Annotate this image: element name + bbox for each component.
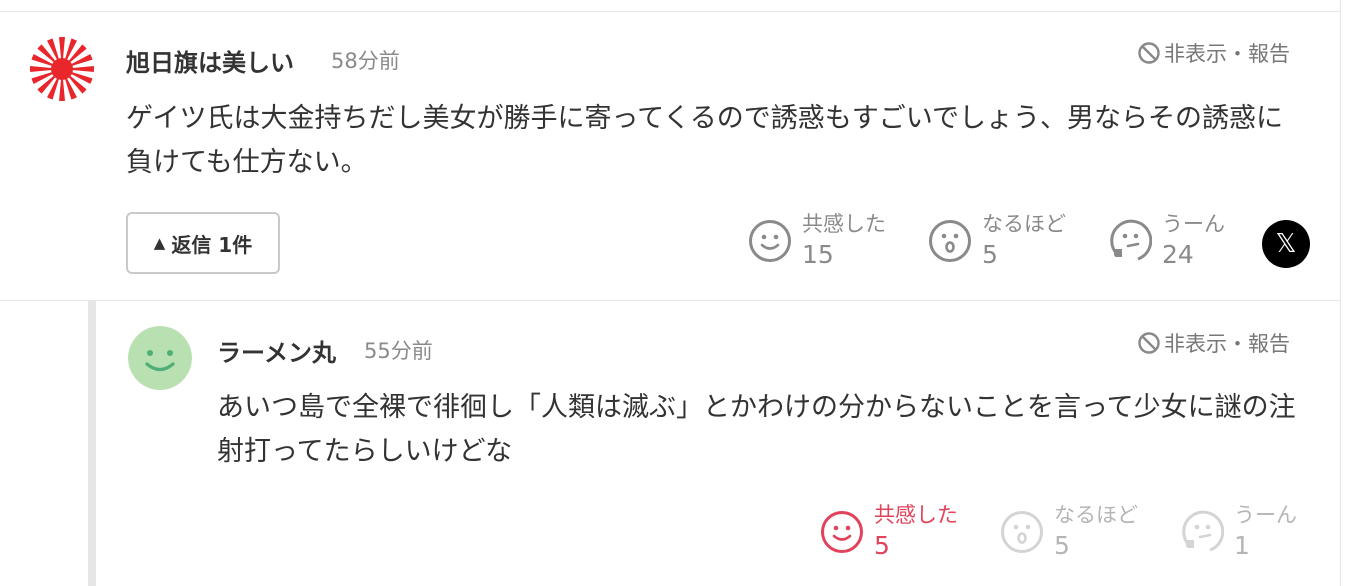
reaction-insight-button[interactable]: なるほど 5 (928, 210, 1066, 272)
reaction-label: なるほど (1054, 503, 1138, 527)
avatar (30, 37, 94, 101)
reaction-count: 5 (1054, 531, 1070, 560)
hide-report-label: 非表示・報告 (1164, 332, 1290, 356)
reaction-empathy-button[interactable]: 共感した 5 (820, 501, 958, 563)
reaction-count: 5 (874, 531, 890, 560)
thinking-icon (1110, 219, 1152, 261)
comment-divider (0, 300, 1340, 301)
reaction-count: 1 (1234, 531, 1250, 560)
username[interactable]: ラーメン丸 (217, 333, 336, 368)
reply-button-label: 返信 1件 (171, 232, 253, 257)
top-divider (0, 11, 1340, 12)
comment-body: ゲイツ氏は大金持ちだし美女が勝手に寄ってくるので誘惑もすごいでしょう、男ならその… (126, 103, 1283, 178)
reply-toggle-button[interactable]: ▲ 返信 1件 (126, 212, 280, 274)
username[interactable]: 旭日旗は美しい (126, 43, 294, 78)
hide-report-label: 非表示・報告 (1164, 42, 1290, 66)
timestamp: 58分前 (331, 49, 400, 73)
reaction-label: うーん (1234, 503, 1297, 527)
surprised-icon (1001, 511, 1043, 553)
reaction-label: 共感した (802, 212, 886, 236)
hide-report-link[interactable]: 非表示・報告 (1137, 38, 1290, 68)
comment-body: あいつ島で全裸で徘徊し「人類は滅ぶ」とかわけの分からないことを言って少女に謎の注… (217, 392, 1296, 467)
reaction-empathy-button[interactable]: 共感した 15 (748, 210, 886, 272)
reaction-count: 15 (802, 240, 834, 269)
reaction-insight-button[interactable]: なるほど 5 (1000, 501, 1138, 563)
timestamp: 55分前 (364, 339, 433, 363)
triangle-up-icon: ▲ (153, 234, 166, 252)
share-x-button[interactable]: 𝕏 (1262, 220, 1310, 268)
block-icon (1138, 42, 1160, 64)
block-icon (1138, 332, 1160, 354)
surprised-icon (929, 220, 971, 262)
smiley-avatar-icon (128, 326, 192, 390)
reply-thread-bar (88, 301, 96, 586)
reaction-count: 24 (1162, 240, 1194, 269)
right-border (1340, 0, 1341, 586)
avatar (128, 326, 192, 390)
smile-icon (749, 220, 791, 262)
rising-sun-icon (30, 37, 94, 101)
reaction-hmm-button[interactable]: うーん 24 (1108, 210, 1225, 272)
thinking-icon (1182, 510, 1224, 552)
hide-report-link[interactable]: 非表示・報告 (1137, 328, 1290, 358)
reaction-count: 5 (982, 240, 998, 269)
reaction-label: なるほど (982, 212, 1066, 236)
reaction-label: うーん (1162, 212, 1225, 236)
reaction-hmm-button[interactable]: うーん 1 (1180, 501, 1297, 563)
smile-icon (821, 511, 863, 553)
reaction-label: 共感した (874, 503, 958, 527)
x-logo-icon: 𝕏 (1275, 229, 1297, 259)
